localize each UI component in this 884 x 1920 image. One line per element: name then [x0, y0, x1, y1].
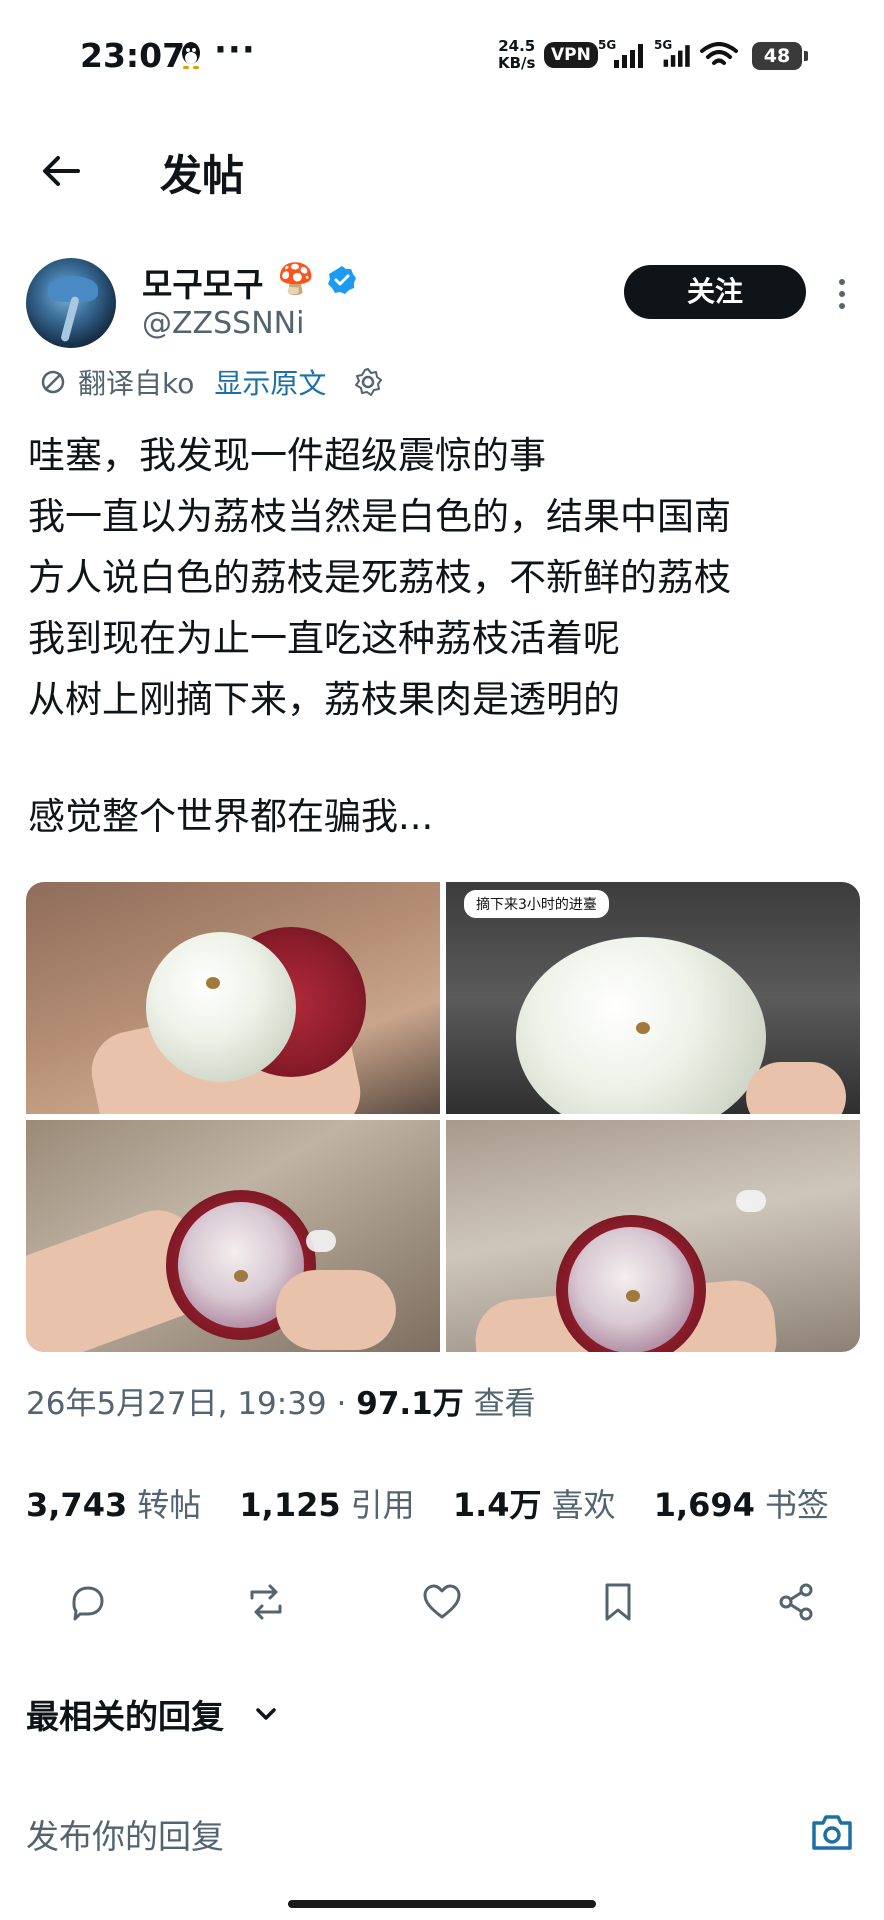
more-options-icon[interactable] [834, 276, 850, 312]
tweet-line: 感觉整个世界都在骗我... [28, 795, 434, 838]
timestamp: 26年5月27日, 19:39 [26, 1386, 327, 1422]
reply-icon[interactable] [66, 1580, 110, 1624]
action-bar [0, 1580, 884, 1640]
signal-icon [614, 44, 643, 68]
translate-icon [41, 370, 65, 394]
retweet-label[interactable]: 转帖 [137, 1486, 201, 1524]
media-image-3[interactable] [26, 1120, 440, 1352]
media-grid: 摘下来3小时的进臺 [26, 882, 860, 1352]
tweet-line: 方人说白色的荔枝是死荔枝，不新鲜的荔枝 [28, 556, 731, 599]
tweet-line: 哇塞，我发现一件超级震惊的事 [28, 434, 546, 477]
reply-input[interactable]: 发布你的回复 [26, 1810, 224, 1858]
mushroom-emoji: 🍄 [277, 262, 315, 297]
vpn-badge: VPN [544, 42, 598, 68]
tweet-line: 我到现在为止一直吃这种荔枝活着呢 [28, 617, 620, 660]
share-icon[interactable] [774, 1580, 818, 1624]
like-count[interactable]: 1.4万 [453, 1486, 542, 1524]
author-name[interactable]: 모구모구 [142, 258, 263, 306]
avatar[interactable] [26, 258, 116, 348]
battery-indicator: 48 [752, 42, 808, 70]
view-label: 查看 [473, 1386, 536, 1422]
bookmark-count[interactable]: 1,694 [654, 1486, 755, 1524]
status-more-dots: ··· [214, 30, 256, 70]
quote-count[interactable]: 1,125 [239, 1486, 340, 1524]
bookmark-icon[interactable] [596, 1580, 640, 1624]
network-speed: 24.5 KB/s [498, 37, 536, 72]
tweet-line: 我一直以为荔枝当然是白色的，结果中国南 [28, 495, 731, 538]
like-label[interactable]: 喜欢 [552, 1486, 616, 1524]
author-handle[interactable]: @ZZSSNNi [142, 306, 304, 341]
page-title: 发帖 [160, 151, 245, 200]
tweet-meta: 26年5月27日, 19:39 · 97.1万 查看 [26, 1378, 536, 1423]
view-count: 97.1万 [356, 1386, 464, 1422]
follow-button[interactable]: 关注 [624, 265, 806, 319]
media-image-2[interactable]: 摘下来3小时的进臺 [446, 882, 860, 1114]
chevron-down-icon[interactable] [252, 1700, 280, 1728]
show-original-link[interactable]: 显示原文 [214, 362, 326, 402]
quote-label[interactable]: 引用 [351, 1486, 415, 1524]
status-bar: 23:07 ··· 24.5 KB/s VPN 5G 5G 48 [0, 0, 884, 110]
qq-penguin-icon [182, 42, 200, 69]
status-time: 23:07 [80, 36, 186, 75]
retweet-count[interactable]: 3,743 [26, 1486, 127, 1524]
tweet-text: 哇塞，我发现一件超级震惊的事 我一直以为荔枝当然是白色的，结果中国南 方人说白色… [28, 425, 858, 847]
translation-row: 翻译自ko 显示原文 [38, 362, 384, 402]
back-arrow-icon[interactable] [38, 148, 84, 194]
home-indicator[interactable] [288, 1900, 596, 1908]
translated-from-label: 翻译自ko [78, 367, 195, 400]
camera-icon[interactable] [810, 1812, 854, 1852]
gear-icon[interactable] [352, 366, 384, 398]
top-app-bar: 发帖 [0, 118, 884, 218]
retweet-icon[interactable] [244, 1580, 288, 1624]
verified-badge-icon [328, 266, 356, 294]
image-caption: 摘下来3小时的进臺 [464, 890, 609, 918]
reply-composer: 发布你的回复 [0, 1790, 884, 1880]
signal-icon-2 [663, 45, 690, 67]
bookmark-label[interactable]: 书签 [765, 1486, 829, 1524]
meta-separator: · [336, 1386, 347, 1422]
engagement-stats: 3,743 转帖 1,125 引用 1.4万 喜欢 1,694 书签 [26, 1480, 857, 1526]
wifi-icon [700, 42, 738, 65]
media-image-1[interactable] [26, 882, 440, 1114]
reply-sort-label[interactable]: 最相关的回复 [26, 1690, 224, 1738]
like-heart-icon[interactable] [420, 1580, 464, 1624]
media-image-4[interactable] [446, 1120, 860, 1352]
tweet-line: 从树上刚摘下来，荔枝果肉是透明的 [28, 678, 620, 721]
